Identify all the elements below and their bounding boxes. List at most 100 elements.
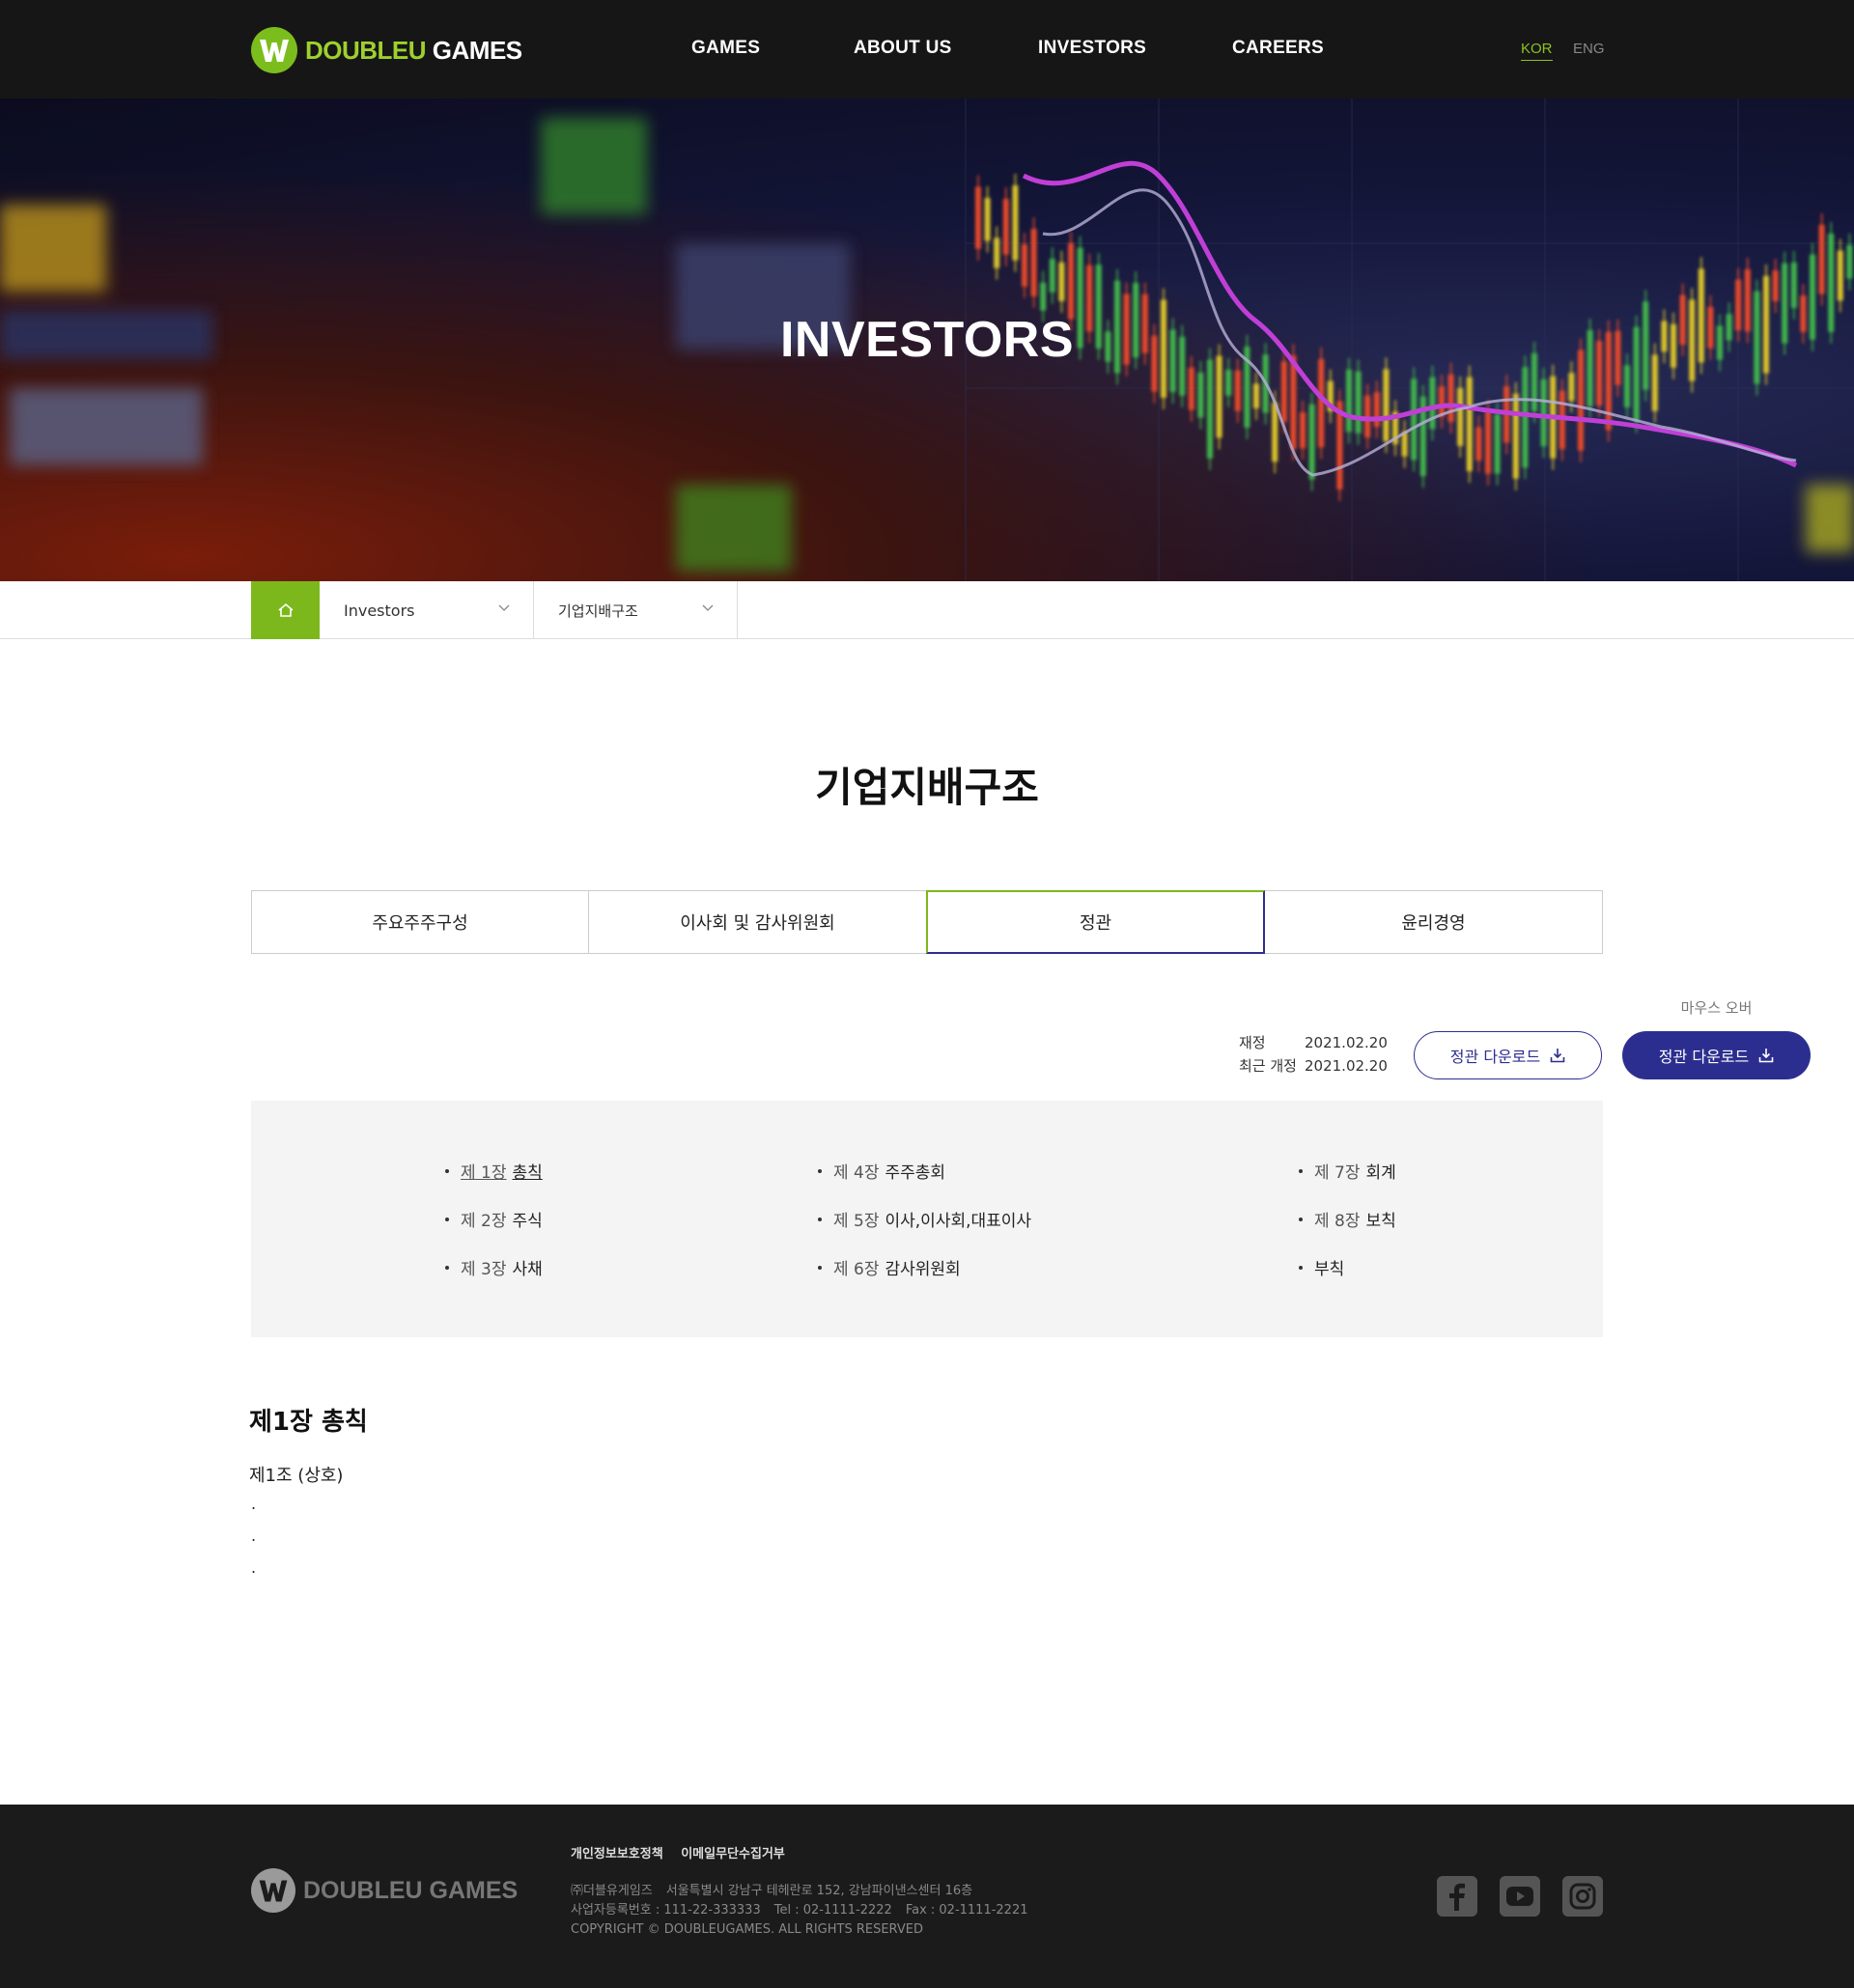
decorative-candle	[1373, 392, 1380, 428]
footer-brand-name: DOUBLEU GAMES	[303, 1876, 519, 1904]
decorative-candle	[1818, 224, 1825, 294]
decorative-candle	[1466, 377, 1473, 472]
decorative-candle	[1837, 250, 1843, 301]
breadcrumb: Investors 기업지배구조	[0, 581, 1854, 639]
tab-major-shareholders[interactable]: 주요주주구성	[251, 890, 589, 954]
decorative-candle	[1058, 262, 1065, 301]
telephone: Tel : 02-1111-2222	[773, 1903, 892, 1918]
instagram-icon[interactable]	[1562, 1876, 1603, 1917]
decorative-candle	[1290, 355, 1297, 449]
decorative-candle	[1346, 369, 1352, 433]
decorative-candle	[1512, 393, 1519, 479]
decorative-candle	[1318, 358, 1325, 448]
brand-name: DOUBLEU GAMES	[305, 35, 522, 65]
established-label: 재정	[1239, 1034, 1266, 1051]
revised-date: 2021.02.20	[1305, 1057, 1388, 1075]
breadcrumb-section-label: Investors	[344, 601, 415, 620]
download-icon	[1758, 1049, 1774, 1063]
chapter-link[interactable]: 제 4장 주주총회	[818, 1159, 945, 1183]
decorative-candle	[1040, 282, 1047, 311]
tab-articles-of-incorporation[interactable]: 정관	[926, 890, 1265, 954]
decorative-candle	[1234, 370, 1241, 411]
chapter-link[interactable]: 제 2장 주식	[445, 1207, 543, 1231]
decorative-candle	[1355, 371, 1362, 434]
decorative-candle	[1522, 367, 1529, 468]
breadcrumb-page-label: 기업지배구조	[558, 602, 638, 620]
decorative-candle	[1207, 359, 1213, 459]
decorative-candle	[1540, 378, 1547, 447]
download-button-label: 정관 다운로드	[1449, 1048, 1541, 1066]
download-button[interactable]: 정관 다운로드	[1414, 1031, 1602, 1079]
nav-investors[interactable]: INVESTORS	[1038, 38, 1146, 59]
decorative-candle	[1485, 410, 1491, 474]
decorative-candle	[1002, 198, 1009, 255]
decorative-candle	[1624, 365, 1630, 407]
article-line: .	[251, 1526, 257, 1545]
decorative-candle	[1300, 411, 1306, 449]
nav-games[interactable]: GAMES	[691, 38, 760, 59]
decorative-candle	[1383, 369, 1390, 442]
footer-company-info: ㈜더블유게임즈 서울특별시 강남구 테헤란로 152, 강남파이낸스센터 16층 …	[571, 1882, 1042, 1940]
governance-tabs: 주요주주구성 이사회 및 감사위원회 정관 윤리경영	[251, 890, 1603, 954]
hover-state-caption: 마우스 오버	[1680, 999, 1753, 1017]
decorative-candle	[1012, 185, 1019, 261]
breadcrumb-dropdown-page[interactable]: 기업지배구조	[534, 581, 738, 639]
chapter-link[interactable]: 제 8장 보칙	[1299, 1207, 1396, 1231]
chapter-link[interactable]: 제 5장 이사,이사회,대표이사	[818, 1207, 1031, 1231]
tab-board-audit[interactable]: 이사회 및 감사위원회	[588, 890, 927, 954]
decorative-candle	[1447, 374, 1454, 423]
decorative-candle	[1411, 378, 1418, 461]
chevron-down-icon	[498, 604, 510, 611]
chapter-link[interactable]: 부칙	[1299, 1255, 1344, 1279]
youtube-icon[interactable]	[1500, 1876, 1540, 1917]
chevron-down-icon	[702, 604, 714, 611]
decorative-candle	[1846, 244, 1853, 279]
facebook-icon[interactable]	[1437, 1876, 1477, 1917]
decorative-candle	[975, 186, 981, 249]
chapter-link[interactable]: 제 3장 사채	[445, 1255, 543, 1279]
decorative-candle	[1068, 242, 1074, 320]
decorative-candle	[1475, 427, 1482, 462]
company-address: 서울특별시 강남구 테헤란로 152, 강남파이낸스센터 16층	[665, 1884, 973, 1898]
hero-banner: INVESTORS	[0, 98, 1854, 581]
decorative-candle	[994, 238, 1000, 268]
chapter-link[interactable]: 제 1장 총칙	[445, 1159, 543, 1183]
decorative-candle	[1049, 259, 1055, 293]
email-refusal-link[interactable]: 이메일무단수집거부	[681, 1847, 785, 1862]
article-line: .	[251, 1558, 257, 1577]
decorative-candle	[1790, 262, 1797, 308]
decorative-candle	[1280, 361, 1287, 422]
revision-dates: 재정 2021.02.20 최근 개정 2021.02.20	[1239, 1031, 1388, 1078]
lang-kor[interactable]: KOR	[1521, 41, 1553, 61]
decorative-candle	[1439, 386, 1445, 417]
chapter-link[interactable]: 제 7장 회계	[1299, 1159, 1396, 1183]
decorative-candle	[1030, 229, 1037, 296]
fax: Fax : 02-1111-2221	[905, 1903, 1028, 1918]
nav-careers[interactable]: CAREERS	[1232, 38, 1324, 59]
page-title: 기업지배구조	[815, 764, 1039, 811]
decorative-candle	[1253, 383, 1259, 408]
decorative-candle	[1568, 373, 1575, 402]
chapter-link[interactable]: 제 6장 감사위원회	[818, 1255, 961, 1279]
decorative-candle	[1197, 372, 1204, 418]
tab-ethics[interactable]: 윤리경영	[1264, 890, 1603, 954]
brand-logo[interactable]: DOUBLEU GAMES	[251, 27, 522, 73]
revised-label: 최근 개정	[1239, 1057, 1297, 1075]
company-name: ㈜더블유게임즈	[571, 1884, 653, 1898]
download-button-hover-state[interactable]: 정관 다운로드	[1622, 1031, 1811, 1079]
home-button[interactable]	[251, 581, 320, 639]
nav-about-us[interactable]: ABOUT US	[854, 38, 952, 59]
decorative-candle	[1225, 369, 1232, 396]
decorative-candle	[1457, 387, 1464, 446]
chapter-heading: 제1장 총칙	[249, 1408, 368, 1437]
decorative-candle	[1494, 413, 1501, 474]
lang-eng[interactable]: ENG	[1573, 41, 1605, 57]
breadcrumb-dropdown-section[interactable]: Investors	[320, 581, 534, 639]
footer-logo[interactable]: DOUBLEU GAMES	[251, 1868, 518, 1913]
hero-title: INVESTORS	[779, 312, 1075, 368]
privacy-policy-link[interactable]: 개인정보보호정책	[571, 1847, 663, 1862]
doubleu-logo-icon	[251, 1868, 295, 1913]
established-date: 2021.02.20	[1305, 1034, 1388, 1051]
article-heading: 제1조 (상호)	[249, 1466, 344, 1486]
doubleu-logo-icon	[251, 27, 297, 73]
